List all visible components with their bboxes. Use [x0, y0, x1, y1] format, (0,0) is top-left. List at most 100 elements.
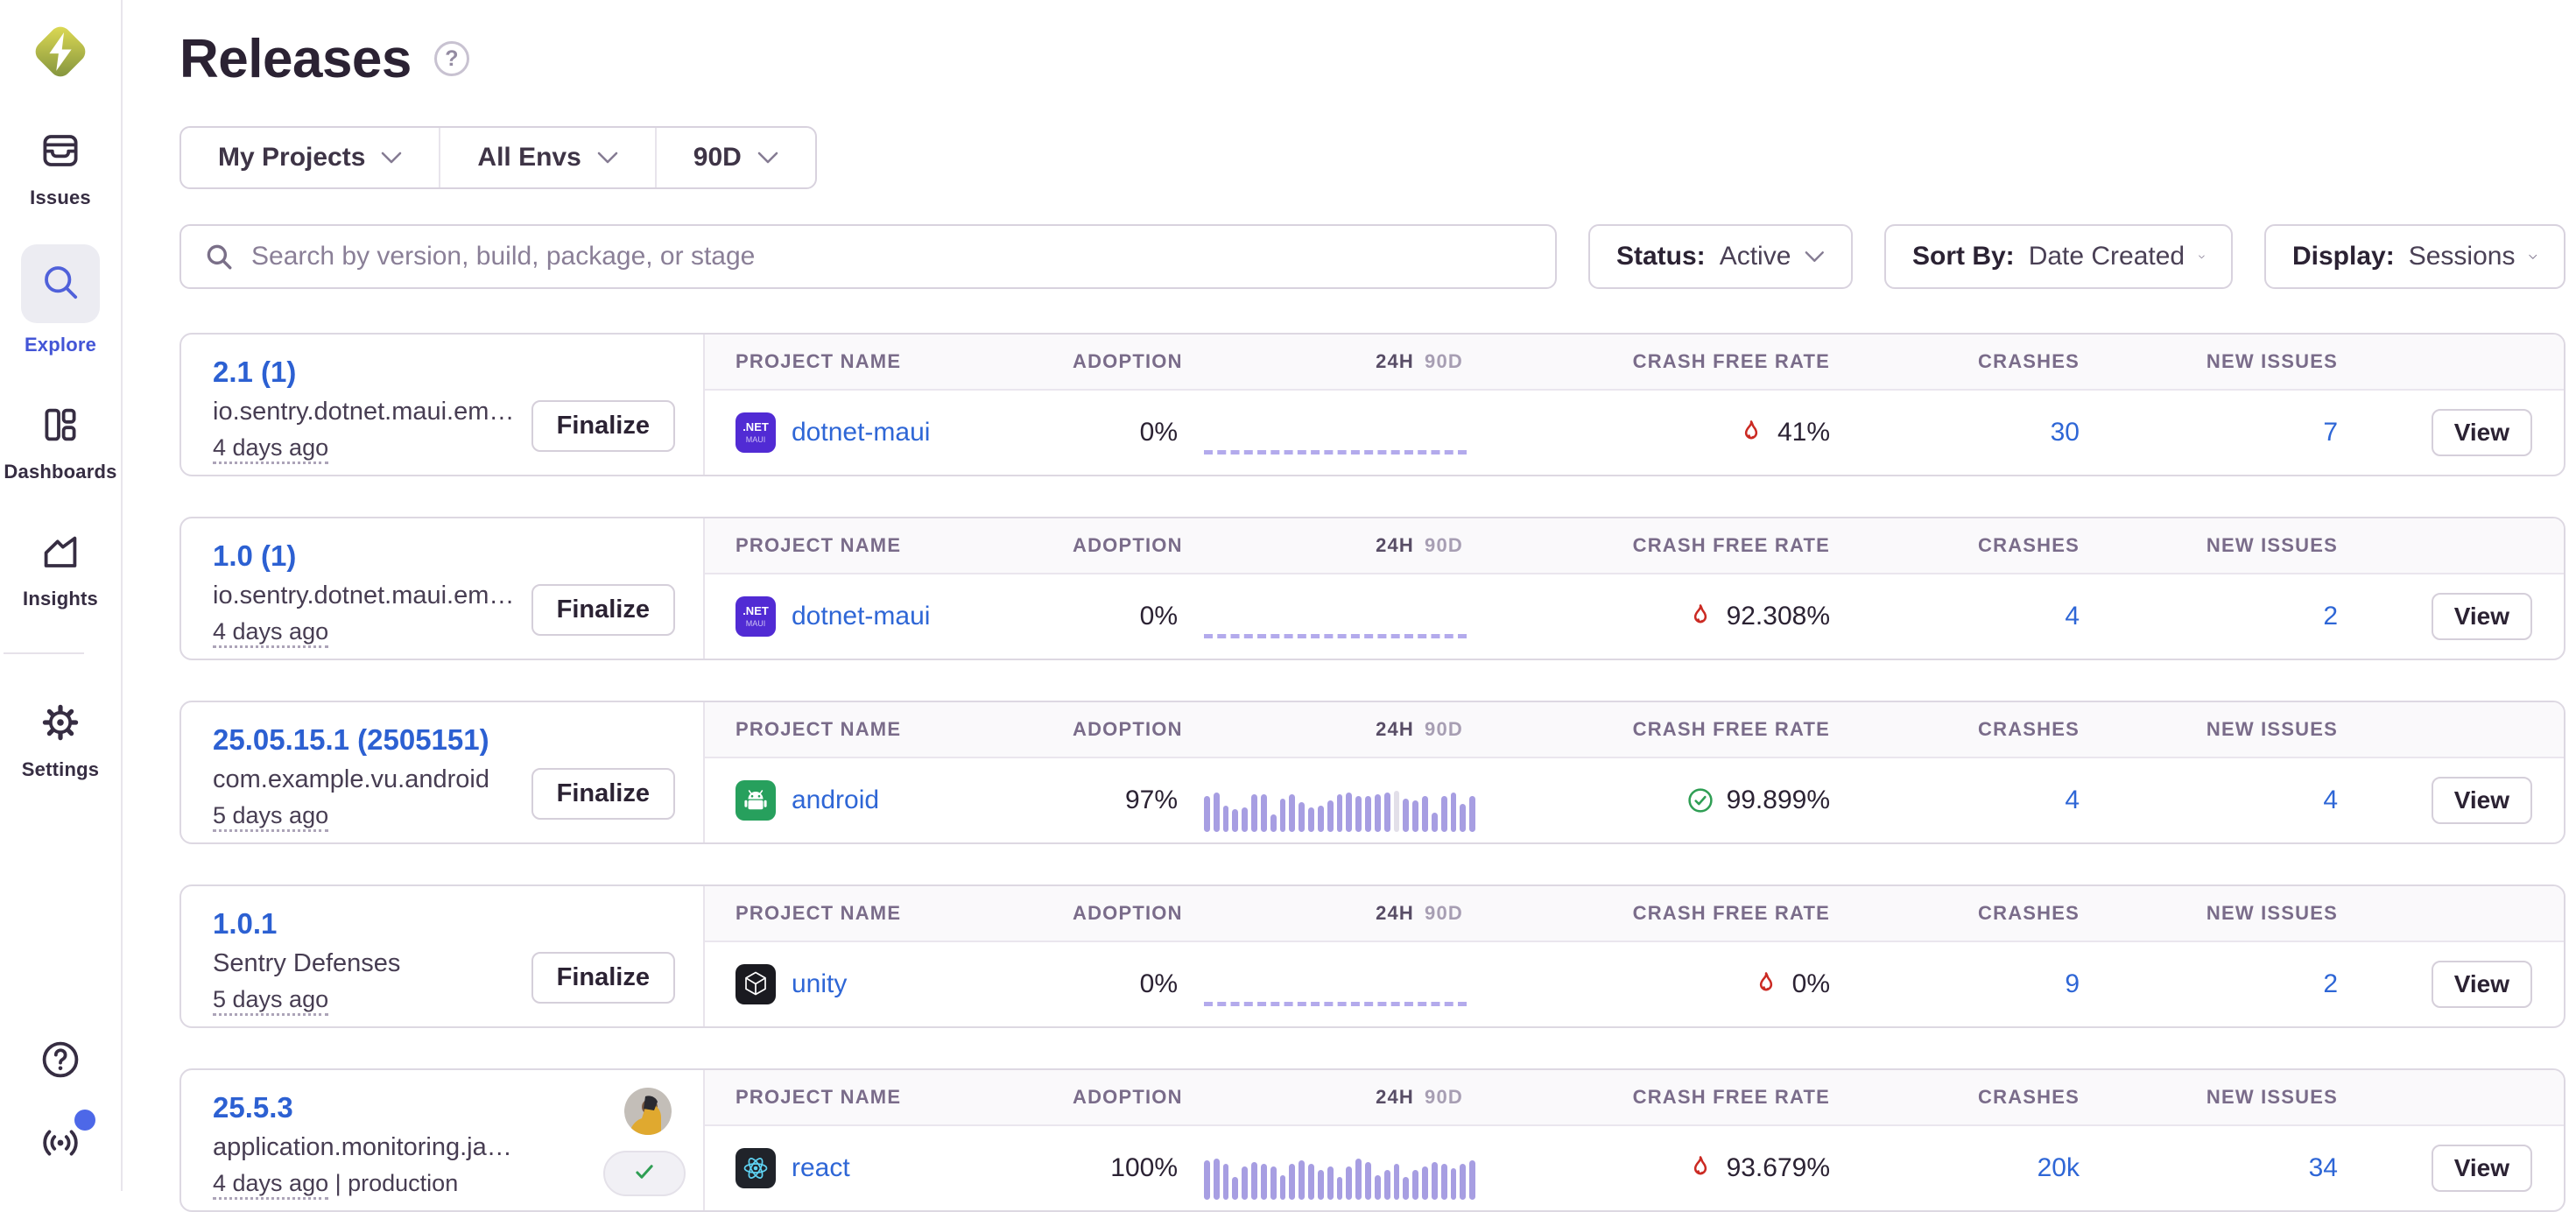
project-link[interactable]: dotnet-maui [792, 602, 930, 631]
adoption-value: 100% [1073, 1153, 1178, 1183]
release-version-link[interactable]: 25.5.3 [213, 1091, 293, 1124]
finalize-button[interactable]: Finalize [531, 400, 675, 452]
crash-free-rate-value: 93.679% [1727, 1153, 1830, 1183]
release-package: com.example.vu.android [213, 765, 581, 794]
sidebar-divider [4, 652, 84, 654]
finalize-button[interactable]: Finalize [531, 768, 675, 820]
view-button[interactable]: View [2432, 961, 2532, 1008]
finalize-button[interactable]: Finalize [531, 952, 675, 1004]
release-card: 25.5.3 application.monitoring.ja… 4 days… [179, 1068, 2565, 1212]
release-table: PROJECT NAME ADOPTION 24H90D CRASH FREE … [705, 1070, 2564, 1210]
header-adoption: ADOPTION [1073, 350, 1178, 373]
release-environment: | production [328, 1170, 458, 1196]
sidebar-item-dashboards[interactable]: Dashboards [4, 404, 116, 483]
flame-icon [1752, 970, 1780, 998]
release-created[interactable]: 4 days ago [213, 618, 328, 648]
release-created[interactable]: 4 days ago [213, 1170, 328, 1200]
whats-new-icon[interactable] [39, 1122, 81, 1168]
android-project-icon [735, 780, 776, 821]
release-card: 1.0 (1) io.sentry.dotnet.maui.em… 4 days… [179, 517, 2565, 660]
view-button[interactable]: View [2432, 1145, 2532, 1192]
adoption-bar-chart [1204, 1154, 1475, 1200]
adoption-dashed-line [1204, 450, 1467, 454]
crashes-count[interactable]: 30 [2051, 418, 2080, 447]
new-issues-count[interactable]: 7 [2323, 418, 2338, 447]
project-link[interactable]: react [792, 1153, 850, 1183]
page-header: Releases ? [179, 26, 2565, 91]
crash-free-rate-value: 0% [1792, 969, 1830, 999]
header-new-issues: NEW ISSUES [2080, 1086, 2338, 1109]
header-project-name: PROJECT NAME [735, 902, 1073, 925]
adoption-value: 97% [1073, 786, 1178, 815]
adoption-sparkline [1178, 983, 1475, 987]
sidebar-item-label: Settings [22, 758, 99, 781]
release-created[interactable]: 4 days ago [213, 434, 328, 464]
environments-filter-dropdown[interactable]: All Envs [439, 128, 654, 187]
view-button[interactable]: View [2432, 409, 2532, 456]
header-adoption: ADOPTION [1073, 718, 1178, 741]
svg-text:.NET: .NET [743, 420, 769, 433]
check-icon [631, 1159, 658, 1189]
header-project-name: PROJECT NAME [735, 1086, 1073, 1109]
release-version-link[interactable]: 2.1 (1) [213, 356, 296, 389]
release-table: PROJECT NAME ADOPTION 24H90D CRASH FREE … [705, 518, 2564, 659]
release-version-link[interactable]: 1.0.1 [213, 907, 277, 941]
header-adoption: ADOPTION [1073, 1086, 1178, 1109]
crashes-count[interactable]: 4 [2065, 602, 2080, 631]
crashes-count[interactable]: 9 [2065, 969, 2080, 998]
view-button[interactable]: View [2432, 777, 2532, 824]
header-90d: 90D [1425, 350, 1463, 372]
crashes-count[interactable]: 20k [2038, 1153, 2080, 1182]
release-version-link[interactable]: 1.0 (1) [213, 539, 296, 573]
sidebar-item-settings[interactable]: Settings [4, 701, 116, 781]
header-crash-free-rate: CRASH FREE RATE [1475, 350, 1830, 373]
project-link[interactable]: dotnet-maui [792, 418, 930, 447]
sidebar-item-insights[interactable]: Insights [4, 531, 116, 610]
releases-help-icon[interactable]: ? [434, 41, 469, 76]
new-issues-count[interactable]: 2 [2323, 602, 2338, 631]
release-summary: 1.0.1 Sentry Defenses 5 days ago Finaliz… [181, 886, 705, 1026]
release-package: application.monitoring.ja… [213, 1133, 581, 1162]
header-crash-free-rate: CRASH FREE RATE [1475, 902, 1830, 925]
sidebar-item-explore[interactable]: Explore [4, 244, 116, 356]
release-created[interactable]: 5 days ago [213, 802, 328, 832]
sort-by-label: Sort By: [1912, 242, 2015, 271]
status-dropdown[interactable]: Status: Active [1588, 224, 1853, 289]
status-label: Status: [1616, 242, 1706, 271]
svg-text:MAUI: MAUI [746, 619, 766, 628]
projects-filter-dropdown[interactable]: My Projects [181, 128, 439, 187]
finalized-check-pill[interactable] [603, 1151, 686, 1196]
release-created[interactable]: 5 days ago [213, 986, 328, 1016]
release-table: PROJECT NAME ADOPTION 24H90D CRASH FREE … [705, 702, 2564, 842]
crashes-count[interactable]: 4 [2065, 786, 2080, 814]
header-90d: 90D [1425, 534, 1463, 556]
header-chart-range: 24H90D [1178, 1086, 1475, 1109]
sentry-logo-icon[interactable] [30, 21, 91, 82]
insights-icon [39, 531, 81, 577]
sidebar-item-issues[interactable]: Issues [4, 130, 116, 209]
search-input[interactable] [251, 242, 1532, 271]
search-box [179, 224, 1557, 289]
header-project-name: PROJECT NAME [735, 534, 1073, 557]
header-24h: 24H [1376, 718, 1414, 740]
release-card: 25.05.15.1 (2505151) com.example.vu.andr… [179, 701, 2565, 844]
project-link[interactable]: unity [792, 969, 847, 999]
view-button[interactable]: View [2432, 593, 2532, 640]
sort-by-dropdown[interactable]: Sort By: Date Created [1884, 224, 2233, 289]
finalize-button[interactable]: Finalize [531, 584, 675, 636]
help-icon[interactable] [39, 1039, 81, 1085]
release-version-link[interactable]: 25.05.15.1 (2505151) [213, 723, 489, 757]
release-summary: 25.5.3 application.monitoring.ja… 4 days… [181, 1070, 705, 1210]
new-issues-count[interactable]: 34 [2309, 1153, 2338, 1182]
check-circle-icon [1686, 786, 1714, 814]
display-dropdown[interactable]: Display: Sessions [2264, 224, 2565, 289]
header-chart-range: 24H90D [1178, 350, 1475, 373]
release-author-avatar[interactable] [624, 1088, 672, 1135]
projects-filter-label: My Projects [218, 143, 365, 173]
new-issues-count[interactable]: 4 [2323, 786, 2338, 814]
new-issues-count[interactable]: 2 [2323, 969, 2338, 998]
release-table: PROJECT NAME ADOPTION 24H90D CRASH FREE … [705, 335, 2564, 475]
date-range-filter-dropdown[interactable]: 90D [655, 128, 815, 187]
page-filter-bar: My Projects All Envs 90D [179, 126, 817, 189]
project-link[interactable]: android [792, 786, 879, 815]
